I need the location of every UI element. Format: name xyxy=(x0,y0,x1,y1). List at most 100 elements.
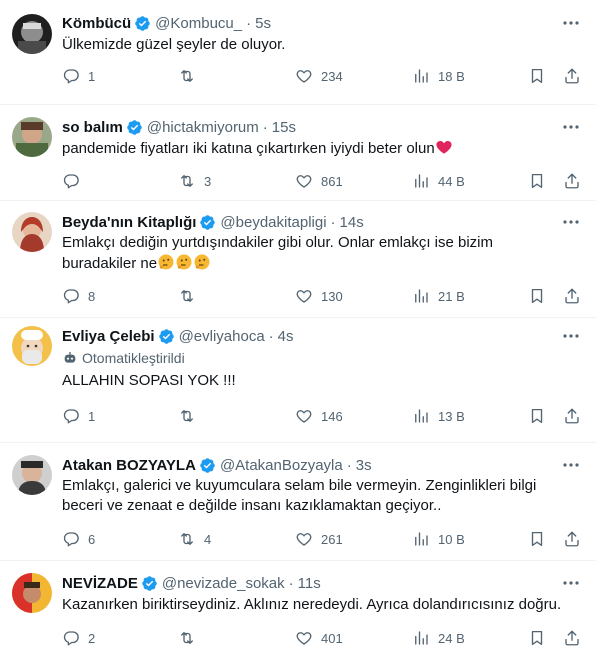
tweet-header: Beyda'nın Kitaplığı @beydakitapligi · 14… xyxy=(62,212,580,232)
reply-count: 6 xyxy=(88,531,96,547)
retweet-button[interactable]: 4 xyxy=(178,529,211,549)
display-name[interactable]: Evliya Çelebi xyxy=(62,328,155,345)
timestamp[interactable]: 14s xyxy=(340,214,364,231)
views-icon xyxy=(415,409,428,423)
avatar[interactable] xyxy=(12,117,52,157)
reply-icon xyxy=(63,289,79,304)
retweet-button[interactable]: 3 xyxy=(178,171,211,191)
share-button[interactable] xyxy=(563,286,581,306)
views-button[interactable]: 44 B xyxy=(412,171,465,191)
bookmark-icon xyxy=(531,173,543,189)
user-handle[interactable]: @AtakanBozyayla xyxy=(220,457,343,474)
like-count: 130 xyxy=(321,288,343,304)
like-icon xyxy=(296,70,312,83)
reply-button[interactable]: 2 xyxy=(62,628,95,648)
like-icon xyxy=(296,290,312,303)
bookmark-button[interactable] xyxy=(528,529,546,549)
retweet-icon xyxy=(181,70,193,82)
avatar[interactable] xyxy=(12,455,52,495)
like-button[interactable]: 130 xyxy=(295,286,343,306)
like-button[interactable]: 861 xyxy=(295,171,343,191)
retweet-button[interactable] xyxy=(178,628,204,648)
more-icon[interactable] xyxy=(562,329,580,343)
more-icon[interactable] xyxy=(562,120,580,134)
bookmark-button[interactable] xyxy=(528,66,546,86)
retweet-button[interactable] xyxy=(178,66,204,86)
share-button[interactable] xyxy=(563,171,581,191)
tweet-text-line: Emlakçı dediğin yurtdışındakiler gibi ol… xyxy=(62,234,494,251)
views-icon xyxy=(415,174,428,188)
bookmark-icon xyxy=(531,531,543,547)
tweet-text: Ülkemizde güzel şeyler de oluyor. xyxy=(62,36,286,53)
user-handle[interactable]: @beydakitapligi xyxy=(220,214,326,231)
timestamp[interactable]: 4s xyxy=(278,328,294,345)
display-name[interactable]: so balım xyxy=(62,119,123,136)
avatar[interactable] xyxy=(12,14,52,54)
tweet[interactable]: NEVİZADE @nevizade_sokak · 11s Kazanırke… xyxy=(0,561,596,671)
separator-dot: · xyxy=(268,327,274,345)
views-icon xyxy=(415,69,428,83)
avatar[interactable] xyxy=(12,212,52,252)
views-count: 44 B xyxy=(438,173,465,189)
like-count: 146 xyxy=(321,408,343,424)
reply-button[interactable]: 8 xyxy=(62,286,95,306)
bookmark-button[interactable] xyxy=(528,628,546,648)
tweet[interactable]: Atakan BOZYAYLA @AtakanBozyayla · 3s Eml… xyxy=(0,443,596,561)
share-button[interactable] xyxy=(563,406,581,426)
like-icon xyxy=(296,533,312,546)
bookmark-button[interactable] xyxy=(528,406,546,426)
more-icon[interactable] xyxy=(562,16,580,30)
tweet[interactable]: so balım @hictakmiyorum · 15s pandemide … xyxy=(0,105,596,201)
reply-icon xyxy=(63,532,79,547)
display-name[interactable]: NEVİZADE xyxy=(62,575,138,592)
reply-button[interactable]: 6 xyxy=(62,529,95,549)
timestamp[interactable]: 3s xyxy=(356,457,372,474)
like-button[interactable]: 401 xyxy=(295,628,343,648)
more-icon[interactable] xyxy=(562,215,580,229)
share-button[interactable] xyxy=(563,529,581,549)
tweet[interactable]: Kömbücü @Kombucu_ · 5s Ülkemizde güzel ş… xyxy=(0,0,596,105)
reply-button[interactable]: 1 xyxy=(62,406,95,426)
display-name[interactable]: Kömbücü xyxy=(62,15,131,32)
like-button[interactable]: 234 xyxy=(295,66,343,86)
share-button[interactable] xyxy=(563,66,581,86)
reply-button[interactable] xyxy=(62,171,88,191)
thinking-face-emoji xyxy=(194,254,210,270)
action-bar: 1 146 13 B xyxy=(62,406,580,426)
timestamp[interactable]: 15s xyxy=(272,119,296,136)
views-button[interactable]: 24 B xyxy=(412,628,465,648)
user-handle[interactable]: @hictakmiyorum xyxy=(147,119,259,136)
views-button[interactable]: 18 B xyxy=(412,66,465,86)
user-handle[interactable]: @nevizade_sokak xyxy=(162,575,285,592)
like-button[interactable]: 261 xyxy=(295,529,343,549)
bookmark-button[interactable] xyxy=(528,286,546,306)
like-button[interactable]: 146 xyxy=(295,406,343,426)
tweet[interactable]: Evliya Çelebi @evliyahoca · 4s Otomatikl… xyxy=(0,318,596,443)
display-name[interactable]: Beyda'nın Kitaplığı xyxy=(62,214,196,231)
views-button[interactable]: 21 B xyxy=(412,286,465,306)
share-icon xyxy=(565,68,579,84)
more-icon[interactable] xyxy=(562,458,580,472)
reply-button[interactable]: 1 xyxy=(62,66,95,86)
retweet-icon xyxy=(181,175,193,187)
retweet-icon xyxy=(181,410,193,422)
more-icon[interactable] xyxy=(562,576,580,590)
display-name[interactable]: Atakan BOZYAYLA xyxy=(62,457,196,474)
retweet-button[interactable] xyxy=(178,286,204,306)
verified-badge-icon xyxy=(200,457,215,473)
timestamp[interactable]: 11s xyxy=(298,575,321,592)
views-button[interactable]: 10 B xyxy=(412,529,465,549)
tweet[interactable]: Beyda'nın Kitaplığı @beydakitapligi · 14… xyxy=(0,201,596,318)
share-button[interactable] xyxy=(563,628,581,648)
avatar[interactable] xyxy=(12,573,52,613)
timestamp[interactable]: 5s xyxy=(255,15,271,32)
bookmark-icon xyxy=(531,630,543,646)
user-handle[interactable]: @evliyahoca xyxy=(179,328,265,345)
retweet-button[interactable] xyxy=(178,406,204,426)
bookmark-button[interactable] xyxy=(528,171,546,191)
reply-icon xyxy=(63,69,79,84)
views-button[interactable]: 13 B xyxy=(412,406,465,426)
avatar[interactable] xyxy=(12,326,52,366)
robot-icon xyxy=(64,352,76,363)
user-handle[interactable]: @Kombucu_ xyxy=(155,15,242,32)
